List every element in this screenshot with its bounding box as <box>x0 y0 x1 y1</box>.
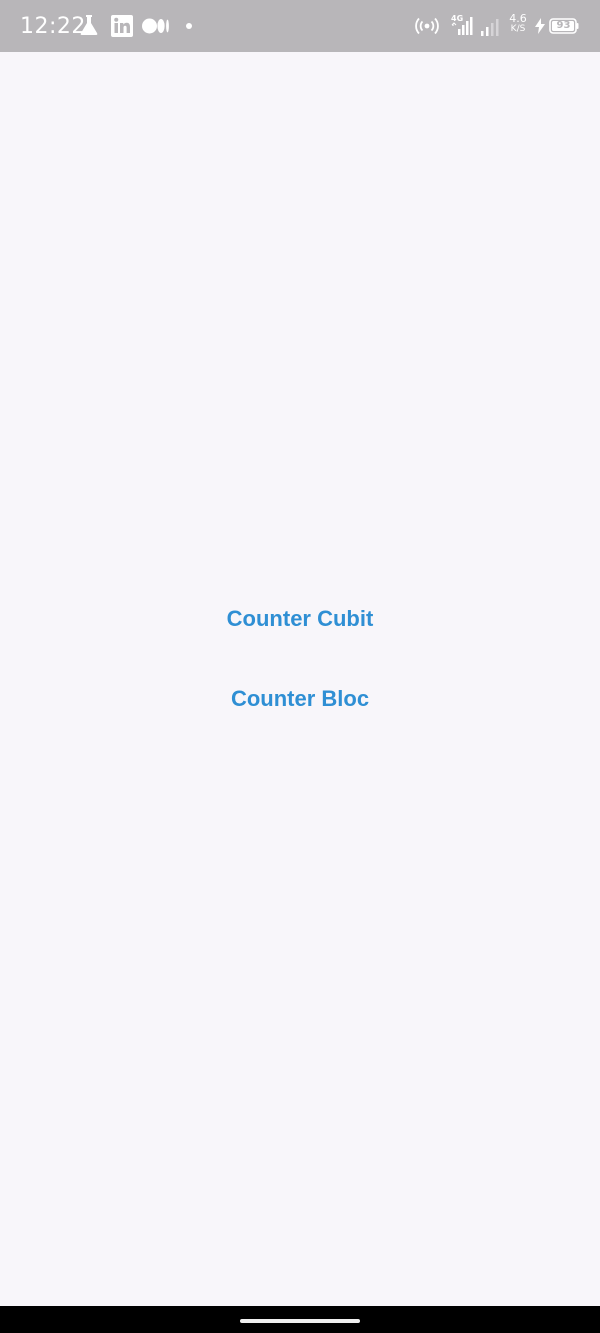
home-indicator[interactable] <box>240 1319 360 1323</box>
charging-icon <box>535 18 545 34</box>
signal-4g-icon: 4G <box>451 14 473 35</box>
linkedin-icon <box>111 15 133 37</box>
network-speed-value: 4.6 <box>509 12 527 25</box>
hotspot-icon <box>415 17 439 35</box>
navigation-bar <box>0 1306 600 1333</box>
status-time: 12:22 <box>20 14 86 39</box>
status-bar: 12:22 4G 4.6 K/S 93 <box>0 0 600 52</box>
labs-flask-icon <box>80 15 98 35</box>
svg-text:4G: 4G <box>451 14 463 23</box>
counter-cubit-button-row: Counter Cubit <box>0 598 600 640</box>
signal-icon <box>481 19 499 36</box>
battery-level: 93 <box>556 20 571 31</box>
network-speed: 4.6 K/S <box>507 13 529 35</box>
main-content: Counter Cubit Counter Bloc <box>0 52 600 1306</box>
network-speed-unit: K/S <box>510 24 526 34</box>
medium-icon <box>142 18 169 34</box>
counter-bloc-button[interactable]: Counter Bloc <box>215 678 385 720</box>
counter-cubit-button[interactable]: Counter Cubit <box>211 598 390 640</box>
notification-dot-icon <box>186 23 192 29</box>
counter-bloc-button-row: Counter Bloc <box>0 678 600 720</box>
